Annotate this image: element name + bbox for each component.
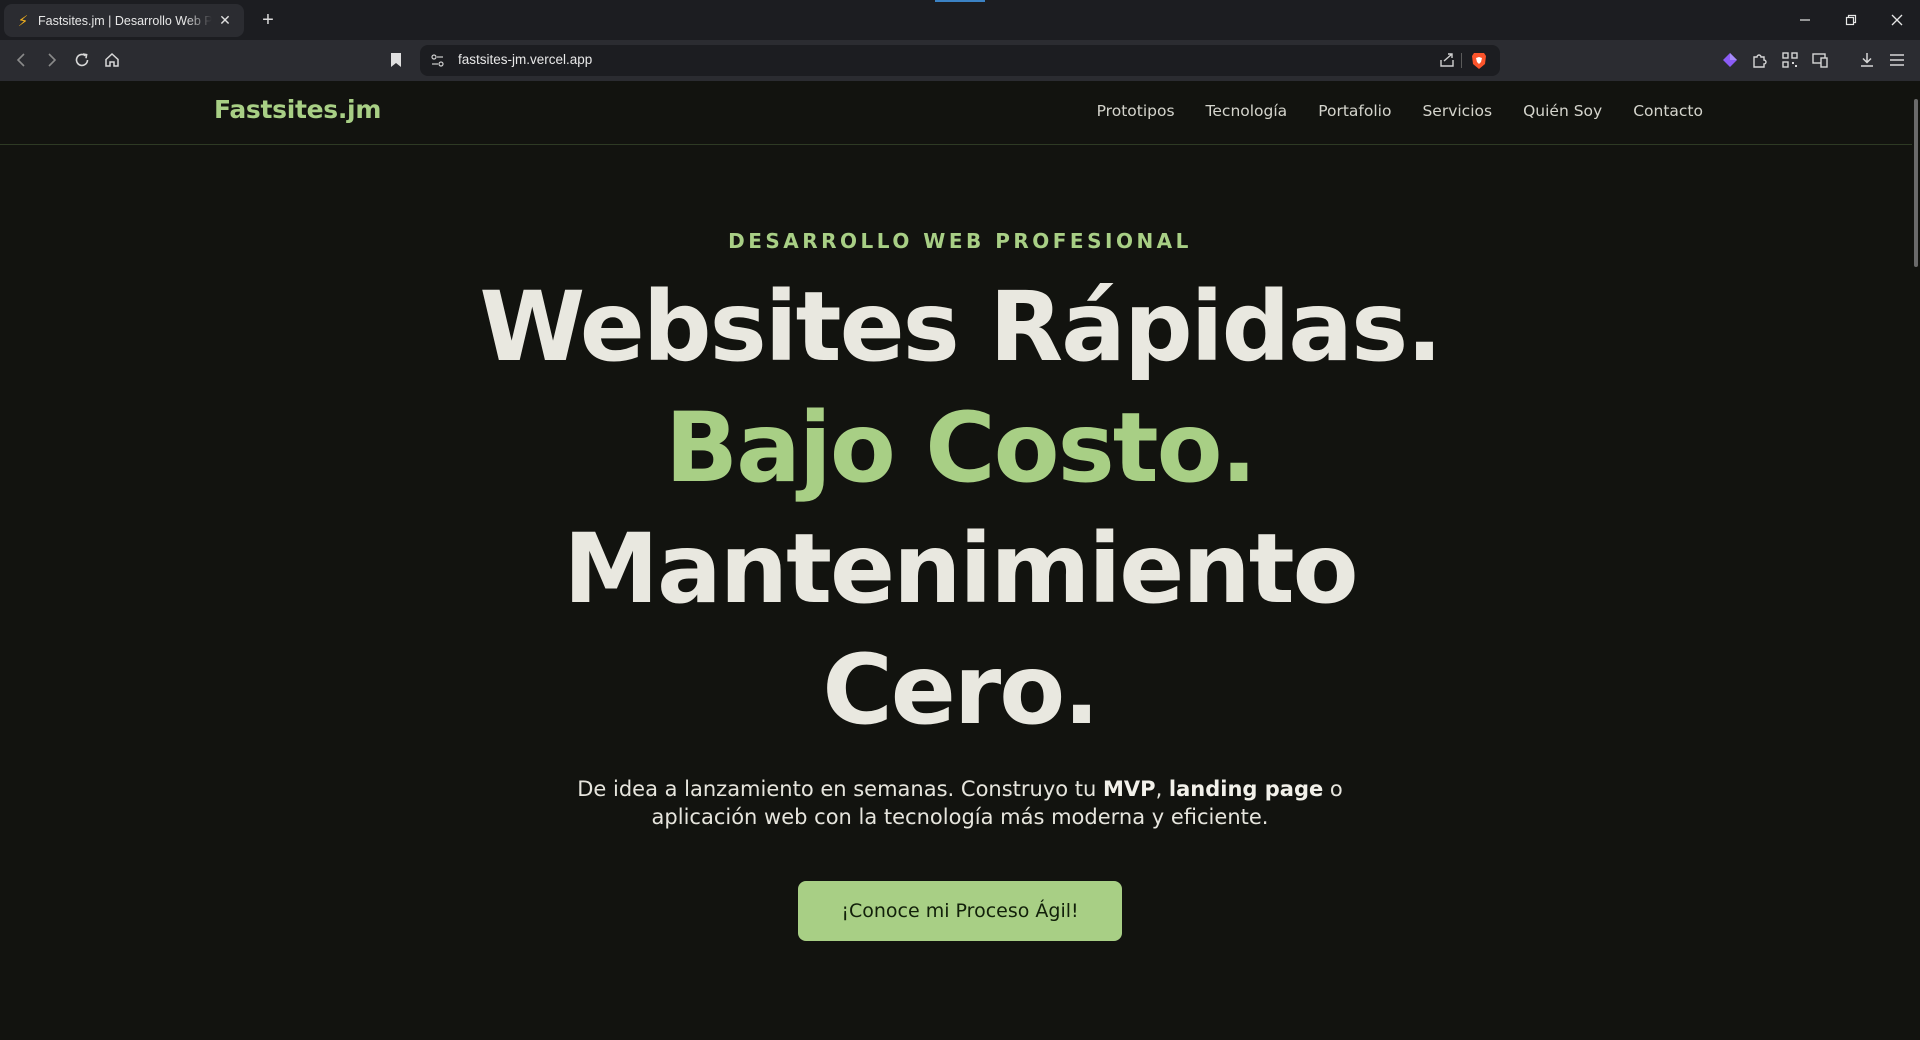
- headline-line-3: Mantenimiento: [563, 513, 1358, 625]
- bookmark-button[interactable]: [384, 48, 408, 72]
- restore-icon: [1845, 14, 1857, 26]
- forward-button[interactable]: [39, 48, 63, 72]
- nav-link-portafolio[interactable]: Portafolio: [1318, 102, 1391, 120]
- hero-subtitle: De idea a lanzamiento en semanas. Constr…: [560, 775, 1360, 831]
- web-page: Fastsites.jm Prototipos Tecnología Porta…: [0, 81, 1920, 1040]
- drag-indicator: [935, 0, 985, 2]
- wallet-button[interactable]: [1718, 48, 1742, 72]
- puzzle-icon: [1753, 54, 1767, 68]
- close-tab-icon[interactable]: ✕: [216, 12, 234, 30]
- new-tab-button[interactable]: +: [256, 8, 280, 32]
- site-header: Fastsites.jm Prototipos Tecnología Porta…: [0, 81, 1912, 145]
- close-window-button[interactable]: [1874, 0, 1920, 40]
- back-arrow-icon: [16, 53, 25, 67]
- address-bar[interactable]: fastsites-jm.vercel.app: [420, 45, 1500, 76]
- cta-button[interactable]: ¡Conoce mi Proceso Ágil!: [798, 881, 1122, 941]
- hero-headline: Websites Rápidas. Bajo Costo. Mantenimie…: [0, 267, 1920, 751]
- headline-line-4: Cero.: [822, 634, 1099, 746]
- wallet-diamond-icon: [1723, 53, 1737, 67]
- restore-button[interactable]: [1828, 0, 1874, 40]
- qr-code-icon: [1782, 52, 1798, 68]
- subtitle-landing-page: landing page: [1168, 777, 1324, 801]
- hamburger-menu-icon: [1890, 54, 1904, 66]
- brave-shields-icon[interactable]: [1470, 51, 1488, 70]
- nav-link-contacto[interactable]: Contacto: [1633, 102, 1703, 120]
- scrollbar-thumb[interactable]: [1914, 99, 1918, 267]
- back-button[interactable]: [10, 48, 34, 72]
- headline-line-2: Bajo Costo.: [664, 392, 1257, 504]
- browser-tab-bar: ⚡ Fastsites.jm | Desarrollo Web Profesio…: [0, 0, 1920, 40]
- tab-title: Fastsites.jm | Desarrollo Web Profesiona…: [38, 13, 212, 28]
- reload-icon: [75, 53, 89, 67]
- extensions-button[interactable]: [1748, 48, 1772, 72]
- subtitle-text-c: ,: [1155, 777, 1169, 801]
- nav-link-quien-soy[interactable]: Quién Soy: [1523, 102, 1602, 120]
- nav-link-prototipos[interactable]: Prototipos: [1097, 102, 1175, 120]
- lightning-icon: ⚡: [17, 11, 29, 30]
- home-icon: [105, 52, 119, 67]
- subtitle-text-a: De idea a lanzamiento en semanas. Constr…: [577, 777, 1104, 801]
- subtitle-mvp: MVP: [1103, 777, 1156, 801]
- reload-button[interactable]: [70, 48, 94, 72]
- site-logo[interactable]: Fastsites.jm: [214, 95, 381, 124]
- site-settings-icon[interactable]: [430, 53, 445, 68]
- hero-kicker: DESARROLLO WEB PROFESIONAL: [728, 229, 1192, 253]
- qr-code-button[interactable]: [1778, 48, 1802, 72]
- cast-button[interactable]: [1808, 48, 1832, 72]
- download-icon: [1861, 53, 1873, 67]
- browser-tab[interactable]: ⚡ Fastsites.jm | Desarrollo Web Profesio…: [4, 4, 244, 37]
- minimize-button[interactable]: [1782, 0, 1828, 40]
- downloads-button[interactable]: [1855, 48, 1879, 72]
- url-text[interactable]: fastsites-jm.vercel.app: [458, 52, 592, 67]
- url-divider: [1461, 53, 1462, 68]
- nav-link-servicios[interactable]: Servicios: [1422, 102, 1492, 120]
- close-icon: [1891, 14, 1903, 26]
- bookmark-icon: [391, 53, 401, 67]
- site-nav: Prototipos Tecnología Portafolio Servici…: [1066, 102, 1703, 120]
- menu-button[interactable]: [1885, 48, 1909, 72]
- nav-link-tecnologia[interactable]: Tecnología: [1206, 102, 1288, 120]
- page-scrollbar[interactable]: [1912, 81, 1920, 1040]
- home-button[interactable]: [100, 48, 124, 72]
- headline-line-1: Websites Rápidas.: [479, 271, 1442, 383]
- forward-arrow-icon: [48, 53, 57, 67]
- devices-icon: [1812, 53, 1828, 68]
- minimize-icon: [1800, 19, 1810, 21]
- share-icon[interactable]: [1438, 51, 1456, 69]
